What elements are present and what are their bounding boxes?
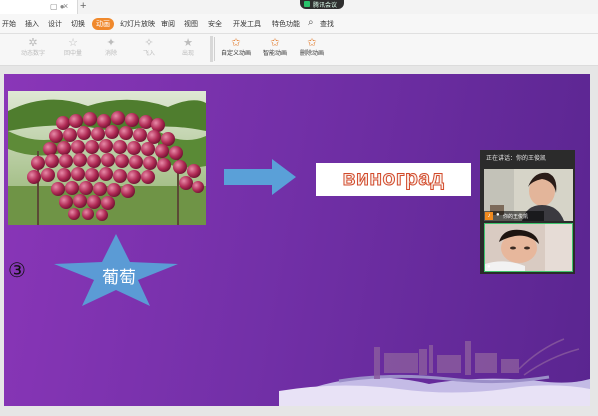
ribbon-button-label: 出现: [181, 51, 194, 57]
title-tab-strip: ▢ ● × + 腾讯会议: [0, 0, 598, 14]
menu-review[interactable]: 审阅: [161, 19, 175, 29]
ribbon-button-label: 自定义动画: [220, 51, 251, 57]
meeting-indicator-label: 腾讯会议: [313, 3, 338, 9]
search-label[interactable]: 查找: [320, 19, 334, 29]
custom-animation-icon: ✩: [231, 37, 241, 49]
participant-name: 你的王俊凯: [503, 214, 529, 220]
smart-animation-icon: ✩: [270, 37, 280, 49]
ribbon-button-label: 飞入: [142, 51, 155, 57]
delete-animation-button[interactable]: ✩ 删除动画: [294, 34, 330, 64]
participant-video-1[interactable]: ♪ ● 你的王俊凯: [484, 169, 573, 221]
menu-bar: 开始 插入 设计 切换 动画 幻灯片放映 审阅 视图 安全 开发工具 特色功能 …: [0, 14, 598, 34]
russian-word-text: виноград: [342, 167, 445, 191]
right-arrow-shape[interactable]: [224, 159, 298, 195]
ribbon-button-label: 消除: [104, 51, 117, 57]
decorative-landscape-illustration: [279, 338, 590, 406]
custom-animation-button[interactable]: ✩ 自定义动画: [218, 34, 254, 64]
participant-2-video-frame: [485, 224, 572, 271]
menu-security[interactable]: 安全: [208, 19, 222, 29]
erase-button[interactable]: ✦ 消除: [93, 34, 129, 64]
russian-word-textbox[interactable]: виноград: [316, 163, 471, 196]
menu-features[interactable]: 特色功能: [272, 19, 300, 29]
menu-transitions[interactable]: 切换: [71, 19, 85, 29]
animated-number-button[interactable]: ✲ 动态数字: [15, 34, 51, 64]
ribbon-button-label: 删除动画: [299, 51, 324, 57]
ribbon-divider: [214, 37, 215, 61]
ribbon-button-label: 智能动画: [262, 51, 287, 57]
erase-icon: ✦: [106, 37, 116, 49]
menu-home[interactable]: 开始: [2, 19, 16, 29]
delete-animation-icon: ✩: [307, 37, 317, 49]
microphone-icon: ●: [487, 264, 491, 270]
fly-in-button[interactable]: ✧ 飞入: [131, 34, 167, 64]
speaker-badge-icon: ♪: [485, 212, 493, 220]
smart-animation-button[interactable]: ✩ 智能动画: [257, 34, 293, 64]
video-call-panel[interactable]: 正在讲话：你的王俊凯 ♪ ● 你的王俊凯 ●: [480, 150, 575, 274]
fly-in-icon: ✧: [144, 37, 154, 49]
meeting-indicator[interactable]: 腾讯会议: [300, 0, 344, 9]
new-tab-icon[interactable]: +: [80, 0, 86, 12]
appear-button[interactable]: ★ 出现: [170, 34, 206, 64]
participant-video-2[interactable]: ●: [484, 223, 573, 272]
menu-developer[interactable]: 开发工具: [233, 19, 261, 29]
appear-icon: ★: [183, 37, 193, 49]
close-tab-icon[interactable]: ×: [63, 1, 68, 11]
speaking-status: 正在讲话：你的王俊凯: [486, 156, 547, 162]
slide-editing-area: виноград ③ 葡萄 正在讲话：你的王俊凯 ♪ ● 你的王俊凯 ●: [0, 66, 598, 416]
ribbon-button-label: 回中量: [63, 51, 82, 57]
item-number: ③: [8, 258, 26, 282]
animation-ribbon: ✲ 动态数字 ☆ 回中量 ✦ 消除 ✧ 飞入 ★ 出现 ✩ 自定义动画 ✩ 智能…: [0, 34, 598, 66]
menu-animation[interactable]: 动画: [92, 18, 114, 30]
star-icon: ☆: [68, 37, 78, 49]
menu-design[interactable]: 设计: [48, 19, 62, 29]
animation-number-icon: ✲: [28, 37, 38, 49]
ribbon-gallery-scrollbar[interactable]: [210, 36, 213, 62]
microphone-icon: ●: [496, 212, 500, 218]
meeting-status-icon: [304, 1, 310, 7]
grape-photo[interactable]: [8, 91, 206, 225]
ribbon-button-label: 动态数字: [20, 51, 45, 57]
star-label-text: 葡萄: [102, 268, 136, 287]
menu-slideshow[interactable]: 幻灯片放映: [120, 19, 155, 29]
search-icon[interactable]: ⌕: [308, 17, 314, 28]
return-button[interactable]: ☆ 回中量: [55, 34, 91, 64]
participant-name-bar: ♪ ● 你的王俊凯: [484, 211, 544, 221]
menu-insert[interactable]: 插入: [25, 19, 39, 29]
menu-view[interactable]: 视图: [184, 19, 198, 29]
document-tab[interactable]: ▢ ● ×: [0, 0, 78, 14]
